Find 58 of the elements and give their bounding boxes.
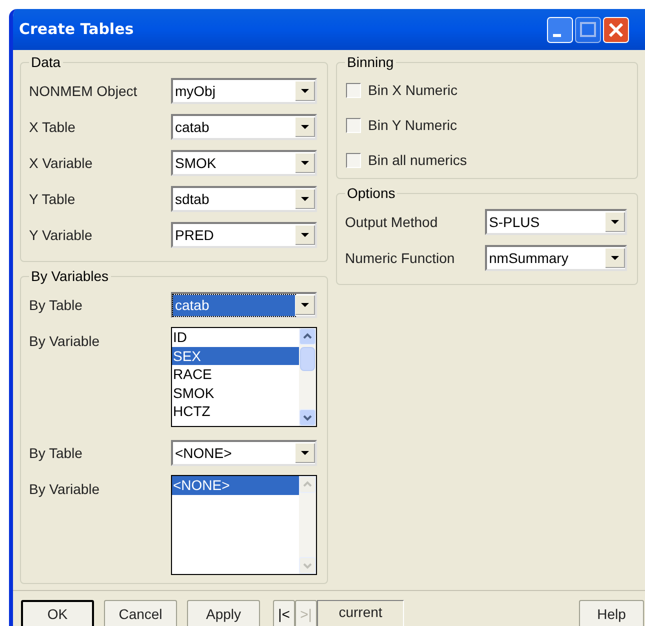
dropdown[interactable]: catab <box>171 292 317 318</box>
list-item[interactable]: ID <box>172 328 299 346</box>
window-title: Create Tables <box>19 19 134 40</box>
group-title: Binning <box>346 53 395 72</box>
group-title: Data <box>30 53 62 72</box>
group-title: By Variables <box>30 267 110 286</box>
field-label: NONMEM Object <box>29 82 138 101</box>
field-label: Y Table <box>29 190 76 208</box>
field-label: By Variable <box>29 480 101 499</box>
dropdown-arrow-icon <box>295 225 315 245</box>
field-label: By Variable <box>29 332 101 351</box>
dropdown-arrow-icon <box>295 81 315 101</box>
dropdown-arrow-icon <box>295 189 315 209</box>
nav-button[interactable]: |< <box>273 600 295 626</box>
dropdown[interactable]: S-PLUS <box>485 209 627 235</box>
scrollbar[interactable] <box>299 328 316 426</box>
scroll-thumb[interactable] <box>300 347 315 371</box>
dropdown[interactable]: SMOK <box>171 150 317 176</box>
list-item[interactable]: HCTZ <box>172 402 299 420</box>
dropdown-arrow-icon <box>295 443 315 463</box>
close-button[interactable] <box>603 16 629 42</box>
field-label: X Table <box>29 118 76 136</box>
dialog-button[interactable]: Apply <box>187 600 260 626</box>
list-item[interactable]: RACE <box>172 365 299 384</box>
checkbox[interactable]: Bin X Numeric <box>345 73 629 108</box>
list-box[interactable]: <NONE> <box>171 475 317 575</box>
dropdown[interactable]: nmSummary <box>485 245 627 271</box>
dropdown[interactable]: sdtab <box>171 186 317 212</box>
group-title: Options <box>346 184 396 203</box>
field-label: By Table <box>29 296 84 315</box>
scroll-down-icon[interactable] <box>299 409 316 426</box>
dropdown-arrow-icon <box>295 153 315 173</box>
dropdown-arrow-icon <box>605 248 625 268</box>
dropdown[interactable]: PRED <box>171 222 317 248</box>
list-item[interactable]: <NONE> <box>172 476 299 494</box>
dropdown-arrow-icon <box>295 295 315 315</box>
current-field: current <box>317 600 404 626</box>
minimize-button[interactable] <box>547 16 573 42</box>
checkbox[interactable]: Bin Y Numeric <box>345 108 629 143</box>
list-box[interactable]: ID SEX RACE SMOK HCTZ <box>171 327 317 427</box>
field-label: By Table <box>29 444 84 463</box>
help-button[interactable]: Help <box>579 600 644 626</box>
maximize-button[interactable] <box>575 16 601 42</box>
dropdown[interactable]: myObj <box>171 78 317 104</box>
dropdown-arrow-icon <box>295 117 315 137</box>
dropdown-arrow-icon <box>605 212 625 232</box>
field-label: Output Method <box>345 212 439 232</box>
checkbox[interactable]: Bin all numerics <box>345 143 629 178</box>
dropdown[interactable]: <NONE> <box>171 440 317 466</box>
dialog-button[interactable]: OK <box>21 600 94 626</box>
dialog-button[interactable]: Cancel <box>104 600 177 626</box>
field-label: Numeric Function <box>345 248 456 268</box>
dropdown[interactable]: catab <box>171 114 317 140</box>
list-item[interactable]: SMOK <box>172 384 299 402</box>
field-label: X Variable <box>29 154 94 172</box>
field-label: Y Variable <box>29 226 94 244</box>
list-item[interactable]: SEX <box>172 346 299 365</box>
scroll-up-icon[interactable] <box>299 328 316 345</box>
